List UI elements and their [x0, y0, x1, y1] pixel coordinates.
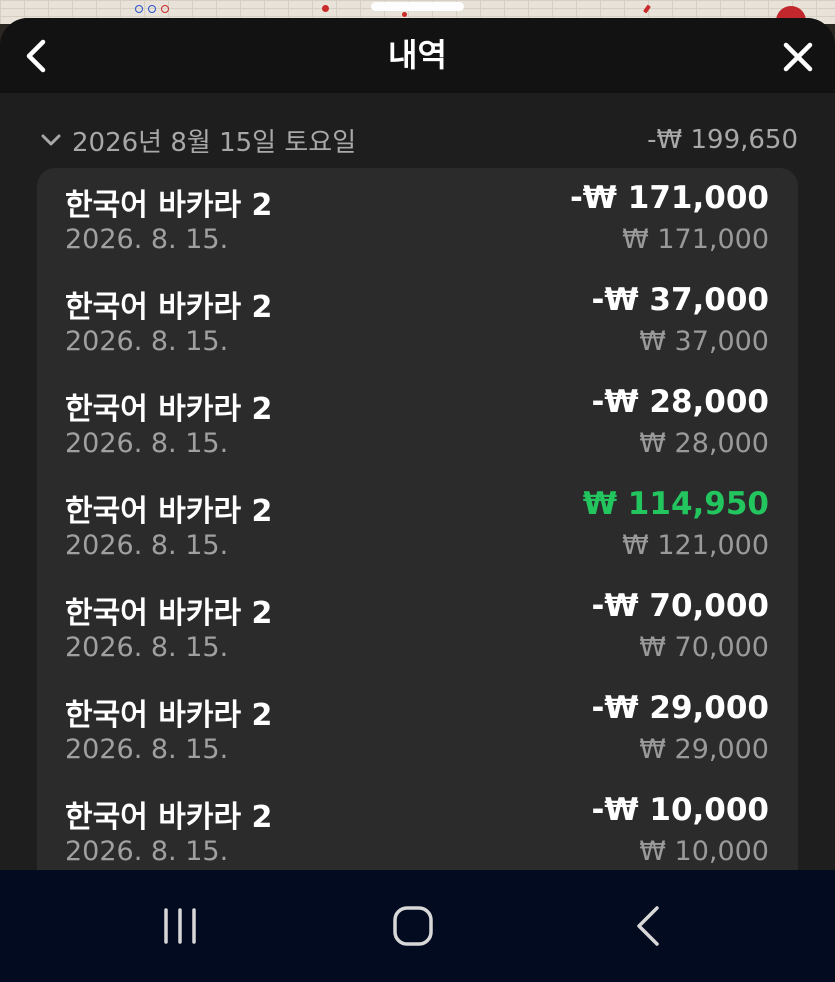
net-amount: -₩ 29,000: [591, 690, 769, 726]
game-name: 한국어 바카라 2: [65, 800, 273, 835]
transaction-item[interactable]: 한국어 바카라 2 2026. 8. 15. -₩ 29,000 ₩ 29,00…: [37, 678, 798, 780]
system-back-button[interactable]: [618, 900, 678, 952]
board-marker: [135, 5, 143, 13]
game-name: 한국어 바카라 2: [65, 392, 273, 427]
game-name: 한국어 바카라 2: [65, 290, 273, 325]
transaction-date: 2026. 8. 15.: [65, 224, 229, 255]
recent-apps-icon: [164, 908, 196, 944]
sheet-header: 내역: [0, 18, 835, 93]
bet-amount: ₩ 28,000: [639, 428, 769, 459]
net-amount: -₩ 28,000: [591, 384, 769, 420]
net-amount: -₩ 70,000: [591, 588, 769, 624]
game-name: 한국어 바카라 2: [65, 596, 273, 631]
chevron-down-icon: [36, 125, 66, 155]
transaction-item[interactable]: 한국어 바카라 2 2026. 8. 15. -₩ 28,000 ₩ 28,00…: [37, 372, 798, 474]
bet-amount: ₩ 121,000: [622, 530, 769, 561]
board-marker: [402, 12, 407, 17]
home-icon: [393, 906, 433, 946]
page-title: 내역: [388, 36, 447, 74]
chevron-left-icon: [26, 39, 46, 73]
close-button[interactable]: [778, 37, 818, 77]
net-amount: -₩ 171,000: [569, 180, 769, 216]
bet-amount: ₩ 10,000: [639, 836, 769, 867]
board-marker: [161, 5, 169, 13]
bet-amount: ₩ 171,000: [622, 224, 769, 255]
board-marker: [148, 5, 156, 13]
transaction-date: 2026. 8. 15.: [65, 632, 229, 663]
game-name: 한국어 바카라 2: [65, 698, 273, 733]
transaction-date: 2026. 8. 15.: [65, 326, 229, 357]
transaction-date: 2026. 8. 15.: [65, 836, 229, 867]
transaction-date: 2026. 8. 15.: [65, 734, 229, 765]
transaction-list: 한국어 바카라 2 2026. 8. 15. -₩ 171,000 ₩ 171,…: [37, 168, 798, 888]
sheet-grabber[interactable]: [371, 2, 464, 11]
close-icon: [783, 42, 813, 72]
group-total: -₩ 199,650: [647, 125, 798, 155]
transaction-date: 2026. 8. 15.: [65, 428, 229, 459]
bet-amount: ₩ 70,000: [639, 632, 769, 663]
transaction-date: 2026. 8. 15.: [65, 530, 229, 561]
net-amount: -₩ 37,000: [591, 282, 769, 318]
system-navigation-bar: [0, 870, 835, 982]
net-amount: ₩ 114,950: [582, 486, 769, 522]
game-name: 한국어 바카라 2: [65, 188, 273, 223]
transaction-item[interactable]: 한국어 바카라 2 2026. 8. 15. -₩ 37,000 ₩ 37,00…: [37, 270, 798, 372]
bet-amount: ₩ 37,000: [639, 326, 769, 357]
transaction-item[interactable]: 한국어 바카라 2 2026. 8. 15. -₩ 171,000 ₩ 171,…: [37, 168, 798, 270]
date-group-header[interactable]: 2026년 8월 15일 토요일 -₩ 199,650: [36, 118, 798, 162]
board-marker: [322, 5, 329, 12]
back-button[interactable]: [18, 36, 54, 76]
net-amount: -₩ 10,000: [591, 792, 769, 828]
transaction-item[interactable]: 한국어 바카라 2 2026. 8. 15. -₩ 10,000 ₩ 10,00…: [37, 780, 798, 882]
back-arrow-icon: [637, 906, 659, 946]
transaction-item[interactable]: 한국어 바카라 2 2026. 8. 15. -₩ 70,000 ₩ 70,00…: [37, 576, 798, 678]
recent-apps-button[interactable]: [150, 900, 210, 952]
game-name: 한국어 바카라 2: [65, 494, 273, 529]
group-date: 2026년 8월 15일 토요일: [72, 127, 357, 158]
bet-amount: ₩ 29,000: [639, 734, 769, 765]
home-button[interactable]: [383, 900, 443, 952]
transaction-item[interactable]: 한국어 바카라 2 2026. 8. 15. ₩ 114,950 ₩ 121,0…: [37, 474, 798, 576]
